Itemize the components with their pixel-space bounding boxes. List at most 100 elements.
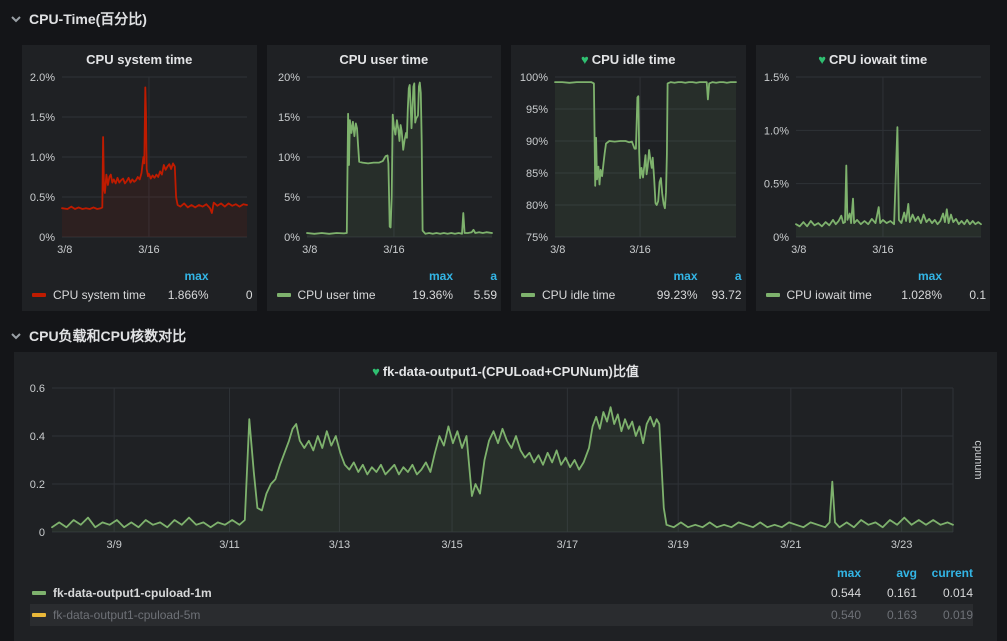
row-header-cpu-time[interactable]: CPU-Time(百分比)	[10, 9, 147, 29]
legend-item: CPU iowait time 1.028% 0.1	[766, 285, 987, 305]
legend-current-value: 0.014	[917, 586, 973, 600]
svg-text:10%: 10%	[277, 152, 299, 164]
timeseries-chart[interactable]: 0%0.5%1.0%1.5%2.0%3/83/16	[24, 71, 255, 261]
legend-series-name[interactable]: CPU idle time	[542, 288, 636, 302]
svg-text:100%: 100%	[520, 72, 548, 84]
legend-max-value: 99.23%	[636, 288, 698, 302]
chevron-down-icon	[10, 13, 22, 25]
timeseries-chart[interactable]: 0% 5% 10% 15% 20% 3/8 3/16	[269, 71, 500, 261]
svg-text:0.5%: 0.5%	[763, 179, 788, 191]
legend-series-marker[interactable]	[32, 613, 46, 617]
panel-title[interactable]: CPU user time	[267, 45, 502, 70]
panel-legend: max a CPU user time 19.36% 5.59	[277, 267, 498, 305]
svg-text:15%: 15%	[277, 112, 299, 124]
legend-avg-value: 0.163	[861, 608, 917, 622]
svg-text:3/8: 3/8	[550, 244, 565, 256]
timeseries-chart[interactable]: 00.20.40.63/93/113/133/153/173/193/213/2…	[16, 382, 995, 556]
legend-max-value: 19.36%	[391, 288, 453, 302]
svg-text:0%: 0%	[284, 232, 300, 244]
svg-text:5%: 5%	[284, 192, 300, 204]
legend-max-value: 1.028%	[880, 288, 942, 302]
timeseries-chart[interactable]: 75%80%85%90%95%100%3/83/16	[513, 71, 744, 261]
svg-text:1.5%: 1.5%	[763, 72, 788, 84]
panel-cpu-system-time: CPU system time 0%0.5%1.0%1.5%2.0%3/83/1…	[22, 45, 257, 311]
svg-text:3/13: 3/13	[329, 539, 350, 551]
legend-series-marker[interactable]	[32, 293, 46, 297]
svg-text:3/9: 3/9	[107, 539, 122, 551]
svg-text:0%: 0%	[39, 232, 55, 244]
legend-item: CPU user time 19.36% 5.59	[277, 285, 498, 305]
panel-legend: max a CPU idle time 99.23% 93.72	[521, 267, 742, 305]
panel-title[interactable]: ♥CPU iowait time	[756, 45, 991, 70]
legend-series-name[interactable]: CPU system time	[53, 288, 147, 302]
panel-title[interactable]: CPU system time	[22, 45, 257, 70]
svg-text:3/8: 3/8	[57, 244, 72, 256]
legend-header-avg[interactable]: a	[698, 269, 742, 283]
svg-text:3/16: 3/16	[872, 244, 893, 256]
legend-item: fk-data-output1-cpuload-1m 0.544 0.161 0…	[30, 582, 973, 604]
svg-text:3/8: 3/8	[791, 244, 806, 256]
legend-item: fk-data-output1-cpuload-5m 0.540 0.163 0…	[30, 604, 973, 626]
svg-text:1.0%: 1.0%	[763, 125, 788, 137]
chevron-down-icon	[10, 330, 22, 342]
svg-text:0.5%: 0.5%	[30, 192, 55, 204]
svg-text:0.4: 0.4	[30, 431, 45, 443]
legend-series-marker[interactable]	[521, 293, 535, 297]
legend-series-name[interactable]: fk-data-output1-cpuload-5m	[53, 608, 805, 622]
svg-text:3/16: 3/16	[629, 244, 650, 256]
panel-title[interactable]: ♥CPU idle time	[511, 45, 746, 70]
legend-item: CPU system time 1.866% 0	[32, 285, 253, 305]
panel-row-cpu-time: CPU system time 0%0.5%1.0%1.5%2.0%3/83/1…	[22, 45, 990, 311]
panel-cpu-idle-time: ♥CPU idle time 75%80%85%90%95%100%3/83/1…	[511, 45, 746, 311]
svg-text:3/23: 3/23	[891, 539, 912, 551]
svg-text:75%: 75%	[526, 232, 548, 244]
svg-text:1.5%: 1.5%	[30, 112, 55, 124]
svg-text:3/16: 3/16	[383, 244, 404, 256]
legend-series-marker[interactable]	[277, 293, 291, 297]
legend-header-max[interactable]: max	[147, 269, 209, 283]
svg-text:3/11: 3/11	[219, 539, 240, 551]
svg-text:1.0%: 1.0%	[30, 152, 55, 164]
panel-title[interactable]: ♥fk-data-output1-(CPULoad+CPUNum)比值	[14, 352, 997, 380]
row-title: CPU-Time(百分比)	[29, 9, 147, 29]
legend-series-marker[interactable]	[766, 293, 780, 297]
svg-text:20%: 20%	[277, 72, 299, 84]
row-title: CPU负载和CPU核数对比	[29, 326, 186, 346]
panel-legend: max CPU system time 1.866% 0	[32, 267, 253, 305]
legend-avg-value: 0.161	[861, 586, 917, 600]
legend-avg-value: 93.72	[698, 288, 742, 302]
legend-series-marker[interactable]	[32, 591, 46, 595]
legend-header-max[interactable]: max	[636, 269, 698, 283]
panel-cpuload-cpunum-ratio: ♥fk-data-output1-(CPULoad+CPUNum)比值 00.2…	[14, 352, 997, 641]
legend-item: CPU idle time 99.23% 93.72	[521, 285, 742, 305]
legend-avg-value: 0	[209, 288, 253, 302]
svg-text:0.6: 0.6	[30, 383, 45, 395]
legend-header-max[interactable]: max	[880, 269, 942, 283]
legend-header-avg[interactable]: a	[453, 269, 497, 283]
svg-text:3/8: 3/8	[302, 244, 317, 256]
svg-text:95%: 95%	[526, 104, 548, 116]
svg-text:0%: 0%	[773, 232, 789, 244]
svg-text:3/19: 3/19	[667, 539, 688, 551]
legend-header-max[interactable]: max	[805, 566, 861, 580]
svg-text:3/15: 3/15	[441, 539, 462, 551]
svg-text:3/16: 3/16	[138, 244, 159, 256]
legend-header-max[interactable]: max	[391, 269, 453, 283]
legend-header-avg[interactable]: avg	[861, 566, 917, 580]
svg-text:cpunum: cpunum	[972, 440, 984, 479]
legend-header-current[interactable]: current	[917, 566, 973, 580]
legend-avg-value: 0.1	[942, 288, 986, 302]
panel-cpu-user-time: CPU user time 0% 5% 10% 15% 20% 3/8 3/16 max a…	[267, 45, 502, 311]
svg-text:85%: 85%	[526, 168, 548, 180]
timeseries-chart[interactable]: 0% 0.5% 1.0% 1.5% 3/8 3/16	[758, 71, 989, 261]
legend-series-name[interactable]: CPU iowait time	[787, 288, 881, 302]
svg-text:3/17: 3/17	[557, 539, 578, 551]
legend-max-value: 1.866%	[147, 288, 209, 302]
legend-max-value: 0.540	[805, 608, 861, 622]
legend-series-name[interactable]: fk-data-output1-cpuload-1m	[53, 586, 805, 600]
heart-icon: ♥	[581, 52, 589, 67]
legend-current-value: 0.019	[917, 608, 973, 622]
legend-series-name[interactable]: CPU user time	[298, 288, 392, 302]
row-header-cpu-load[interactable]: CPU负载和CPU核数对比	[10, 326, 186, 346]
svg-text:90%: 90%	[526, 136, 548, 148]
